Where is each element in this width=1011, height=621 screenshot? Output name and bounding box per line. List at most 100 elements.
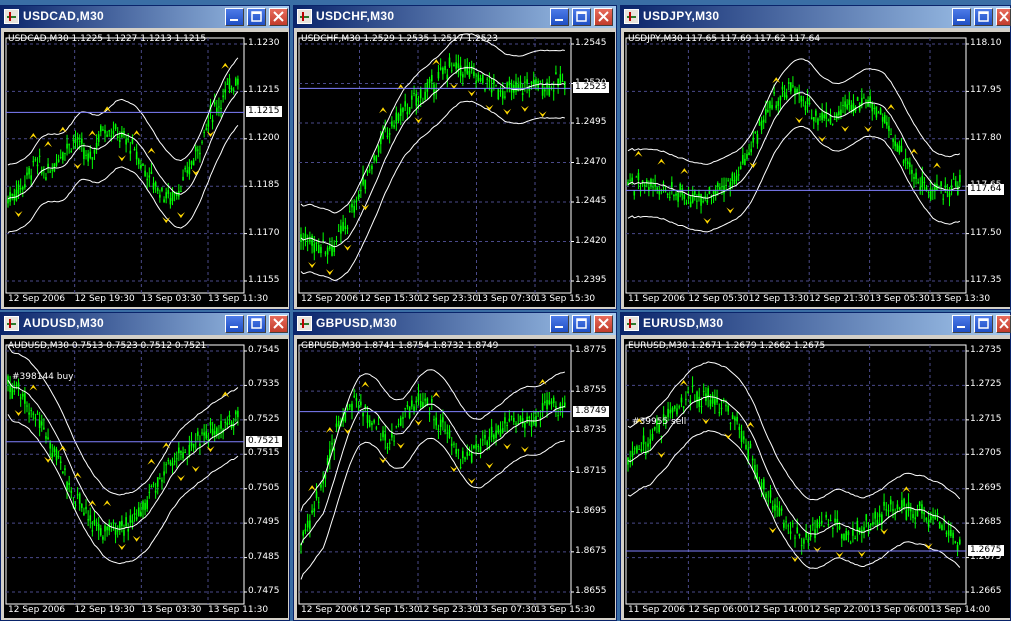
candle-body <box>346 227 349 229</box>
candle-body <box>896 144 899 152</box>
close-button[interactable] <box>594 8 613 26</box>
y-tick-label: 0.7475 <box>248 586 280 596</box>
candle-body <box>756 133 759 144</box>
candle-body <box>448 57 451 67</box>
y-tick-label: 1.8715 <box>575 465 607 476</box>
minimize-button[interactable] <box>225 315 244 333</box>
fractal-marker <box>432 392 441 399</box>
candle-body <box>186 170 189 173</box>
candle-body <box>411 400 413 407</box>
chart-window[interactable]: USDCAD,M30 USDCAD,M30 1.1225 1.1227 1.12… <box>0 5 290 310</box>
candle-body <box>373 420 375 423</box>
x-tick-label: 12 Sep 2006 <box>8 294 66 304</box>
maximize-button[interactable] <box>974 315 993 333</box>
candle-body <box>746 153 748 159</box>
candle-body <box>810 117 813 120</box>
candle-body <box>393 125 395 128</box>
candle-body <box>353 205 355 213</box>
candle-body <box>34 417 37 419</box>
plot-border <box>298 37 572 294</box>
candle-body <box>927 520 930 527</box>
candle-body <box>51 169 54 171</box>
candle-body <box>131 138 134 144</box>
price-chart[interactable]: USDCAD,M30 1.1225 1.1227 1.1213 1.1215 1… <box>4 32 288 307</box>
title-bar[interactable]: USDCAD,M30 <box>1 6 289 28</box>
minimize-button[interactable] <box>550 8 569 26</box>
maximize-button[interactable] <box>247 315 266 333</box>
title-bar[interactable]: USDCHF,M30 <box>294 6 616 28</box>
chart-window[interactable]: AUDUSD,M30 AUDUSD,M30 0.7513 0.7523 0.75… <box>0 312 290 621</box>
fractal-marker <box>835 551 844 558</box>
maximize-button[interactable] <box>572 8 591 26</box>
fractal-marker <box>726 207 735 214</box>
price-chart[interactable]: USDCHF,M30 1.2529 1.2535 1.2517 1.2523 1… <box>297 32 615 307</box>
chart-window[interactable]: USDCHF,M30 USDCHF,M30 1.2529 1.2535 1.25… <box>293 5 617 310</box>
title-bar[interactable]: GBPUSD,M30 <box>294 313 616 335</box>
candle-body <box>479 446 482 454</box>
candle-body <box>326 247 329 255</box>
candle-body <box>669 409 672 414</box>
candle-body <box>335 423 338 428</box>
fractal-marker <box>880 528 889 535</box>
candle-body <box>749 443 752 449</box>
close-button[interactable] <box>594 315 613 333</box>
candle-body <box>775 105 778 109</box>
close-button[interactable] <box>996 315 1011 333</box>
candle-body <box>792 85 794 87</box>
title-bar[interactable]: USDJPY,M30 <box>621 6 1011 28</box>
candle-body <box>306 520 309 528</box>
candle-body <box>213 102 216 105</box>
price-chart[interactable]: USDJPY,M30 117.65 117.69 117.62 117.64 1… <box>624 32 1010 307</box>
candle-body <box>304 529 307 532</box>
candle-body <box>725 404 727 407</box>
candle-body <box>348 211 351 213</box>
x-tick-label: 12 Sep 23:30 <box>418 294 479 304</box>
close-button[interactable] <box>269 8 288 26</box>
candle-body <box>171 191 174 202</box>
candle-body <box>395 426 398 428</box>
x-tick-label: 12 Sep 2006 <box>8 605 66 615</box>
candle-body <box>817 118 819 125</box>
y-tick-label: 1.2735 <box>970 345 1002 355</box>
candle-body <box>481 74 484 84</box>
candle-body <box>146 178 148 181</box>
candle-body <box>121 131 123 137</box>
candle-body <box>930 516 932 521</box>
candle-body <box>226 422 229 426</box>
chart-window[interactable]: GBPUSD,M30 GBPUSD,M30 1.8741 1.8754 1.87… <box>293 312 617 621</box>
candle-body <box>108 523 111 531</box>
candle-body <box>161 479 163 482</box>
candle-body <box>906 161 909 165</box>
candle-body <box>812 524 814 526</box>
chart-window[interactable]: USDJPY,M30 USDJPY,M30 117.65 117.69 117.… <box>620 5 1011 310</box>
title-bar[interactable]: AUDUSD,M30 <box>1 313 289 335</box>
price-chart[interactable]: GBPUSD,M30 1.8741 1.8754 1.8732 1.8749 1… <box>297 339 615 618</box>
fractal-marker <box>308 261 317 268</box>
candle-body <box>173 460 176 463</box>
candle-body <box>337 230 340 232</box>
title-bar[interactable]: EURUSD,M30 <box>621 313 1011 335</box>
maximize-button[interactable] <box>974 8 993 26</box>
candle-body <box>311 235 313 246</box>
candle-body <box>673 406 676 409</box>
candle-body <box>83 512 85 515</box>
candle-body <box>104 525 106 532</box>
candle-body <box>846 104 848 109</box>
close-button[interactable] <box>269 315 288 333</box>
candle-body <box>546 81 548 89</box>
minimize-button[interactable] <box>952 8 971 26</box>
y-tick-label: 1.8755 <box>575 385 607 396</box>
y-tick-label: 1.2695 <box>970 482 1002 493</box>
maximize-button[interactable] <box>572 315 591 333</box>
minimize-button[interactable] <box>225 8 244 26</box>
maximize-button[interactable] <box>247 8 266 26</box>
close-button[interactable] <box>996 8 1011 26</box>
candle-body <box>399 417 402 426</box>
candle-body <box>892 138 894 142</box>
price-chart[interactable]: AUDUSD,M30 0.7513 0.7523 0.7512 0.7521 #… <box>4 339 288 618</box>
price-chart[interactable]: EURUSD,M30 1.2671 1.2679 1.2662 1.2675 #… <box>624 339 1010 618</box>
minimize-button[interactable] <box>550 315 569 333</box>
candle-body <box>413 92 415 94</box>
minimize-button[interactable] <box>952 315 971 333</box>
chart-window[interactable]: EURUSD,M30 EURUSD,M30 1.2671 1.2679 1.26… <box>620 312 1011 621</box>
